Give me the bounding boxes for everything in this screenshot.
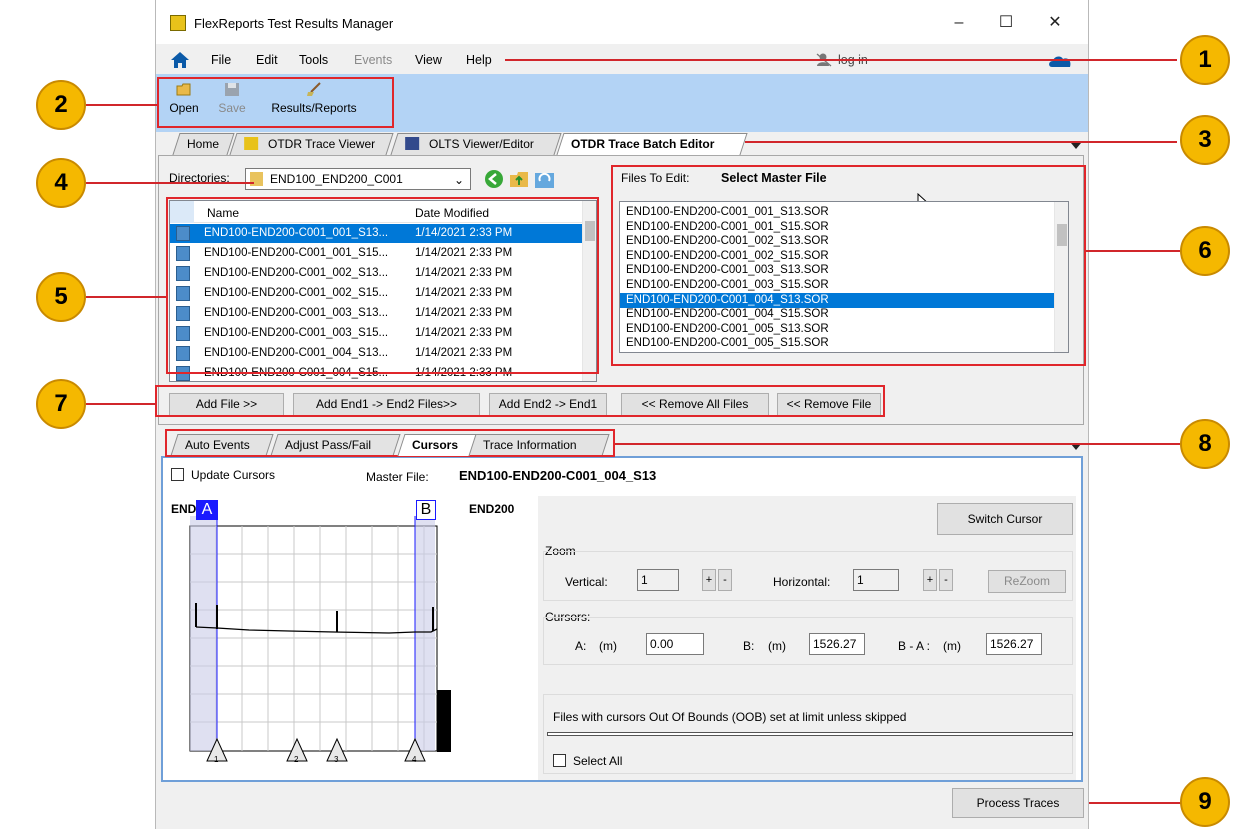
select-all-checkbox[interactable] <box>553 754 566 767</box>
chevron-down-icon: ⌄ <box>453 173 464 187</box>
menu-tools[interactable]: Tools <box>299 53 328 67</box>
main-tab-strip: Home OTDR Trace Viewer OLTS Viewer/Edito… <box>156 133 1088 155</box>
cursors-panel: Update Cursors Master File: END100-END20… <box>161 456 1083 782</box>
process-traces-button[interactable]: Process Traces <box>952 788 1084 818</box>
tab-cursors[interactable]: Cursors <box>397 434 477 456</box>
vertical-zoom-field[interactable]: 1 <box>637 569 679 591</box>
callout-line-5 <box>86 296 166 298</box>
horizontal-label: Horizontal: <box>773 575 831 589</box>
action-buttons-highlight <box>155 385 885 417</box>
callout-line-1 <box>505 59 1177 61</box>
callout-4: 4 <box>36 158 86 208</box>
callout-7: 7 <box>36 379 86 429</box>
callout-line-7 <box>86 403 156 405</box>
horizontal-zoom-plus[interactable]: + <box>923 569 937 591</box>
close-button[interactable]: ✕ <box>1040 10 1070 36</box>
files-to-edit-highlight <box>611 165 1086 366</box>
olts-icon <box>405 137 420 150</box>
cloud-icon[interactable] <box>1048 54 1074 68</box>
rezoom-button[interactable]: ReZoom <box>988 570 1066 593</box>
master-file-value: END100-END200-C001_004_S13 <box>459 468 657 483</box>
oob-text: Files with cursors Out Of Bounds (OOB) s… <box>553 710 907 724</box>
home-icon[interactable] <box>170 51 190 69</box>
callout-line-3 <box>745 141 1177 143</box>
cursor-ba-field[interactable]: 1526.27 <box>986 633 1042 655</box>
callout-2: 2 <box>36 80 86 130</box>
update-cursors-label: Update Cursors <box>191 468 276 482</box>
callout-6: 6 <box>1180 226 1230 276</box>
cursor-b-label: B: <box>743 639 755 653</box>
menu-edit[interactable]: Edit <box>256 53 278 67</box>
tab-otdr-trace-batch-editor[interactable]: OTDR Trace Batch Editor <box>556 133 748 155</box>
callout-3: 3 <box>1180 115 1230 165</box>
cursor-a-field[interactable]: 0.00 <box>646 633 704 655</box>
tab-overflow-chevron-icon[interactable] <box>1071 143 1081 149</box>
app-logo-icon <box>170 15 186 31</box>
callout-8: 8 <box>1180 419 1230 469</box>
trace-viewer-icon <box>244 137 259 150</box>
callout-line-2 <box>86 104 157 106</box>
cursor-a-marker[interactable]: A <box>196 500 218 520</box>
vertical-zoom-minus[interactable]: - <box>718 569 732 591</box>
cursor-ba-unit: (m) <box>943 639 961 653</box>
lower-tabs-highlight <box>165 429 615 457</box>
cursor-a-label: A: <box>575 639 587 653</box>
cursor-b-marker[interactable]: B <box>416 500 436 520</box>
vertical-label: Vertical: <box>565 575 608 589</box>
right-end-label: END200 <box>469 502 515 516</box>
update-cursors-checkbox[interactable] <box>171 468 184 481</box>
menu-file[interactable]: File <box>211 53 231 67</box>
event-marker-2: 2 <box>294 755 299 764</box>
tab-olts-viewer-editor[interactable]: OLTS Viewer/Editor <box>390 133 562 155</box>
callout-line-6 <box>1086 250 1180 252</box>
callout-line-4 <box>86 182 254 184</box>
file-list-highlight <box>166 197 599 374</box>
back-arrow-icon[interactable] <box>484 169 504 189</box>
refresh-folder-icon[interactable] <box>534 169 556 189</box>
directory-value: END100_END200_C001 <box>270 172 403 186</box>
directories-select[interactable]: END100_END200_C001 ⌄ <box>245 168 471 190</box>
minimize-button[interactable]: – <box>944 10 974 36</box>
event-marker-1: 1 <box>214 755 219 764</box>
menu-view[interactable]: View <box>415 53 442 67</box>
folder-up-icon[interactable] <box>509 169 529 189</box>
cursor-b-unit: (m) <box>768 639 786 653</box>
oob-file-list[interactable] <box>547 732 1073 736</box>
cursor-a-unit: (m) <box>599 639 617 653</box>
switch-cursor-button[interactable]: Switch Cursor <box>937 503 1073 535</box>
otdr-trace-plot[interactable] <box>189 499 451 769</box>
tab-otdr-trace-viewer[interactable]: OTDR Trace Viewer <box>229 133 394 155</box>
menu-help[interactable]: Help <box>466 53 492 67</box>
tab-home[interactable]: Home <box>172 133 235 155</box>
title-bar: FlexReports Test Results Manager – ☐ ✕ <box>156 0 1088 44</box>
cursor-ba-label: B - A : <box>898 639 931 653</box>
toolbar-highlight <box>157 77 394 128</box>
callout-9: 9 <box>1180 777 1230 827</box>
callout-line-8 <box>615 443 1180 445</box>
callout-5: 5 <box>36 272 86 322</box>
master-file-label: Master File: <box>366 470 429 484</box>
cursor-b-field[interactable]: 1526.27 <box>809 633 865 655</box>
event-marker-4: 4 <box>412 755 417 764</box>
callout-line-9 <box>1089 802 1181 804</box>
callout-1: 1 <box>1180 35 1230 85</box>
horizontal-zoom-field[interactable]: 1 <box>853 569 899 591</box>
horizontal-zoom-minus[interactable]: - <box>939 569 953 591</box>
vertical-zoom-plus[interactable]: + <box>702 569 716 591</box>
event-marker-3: 3 <box>334 755 339 764</box>
menu-events[interactable]: Events <box>354 53 392 67</box>
maximize-button[interactable]: ☐ <box>991 10 1021 36</box>
select-all-label: Select All <box>573 754 623 768</box>
window-title: FlexReports Test Results Manager <box>194 16 394 31</box>
